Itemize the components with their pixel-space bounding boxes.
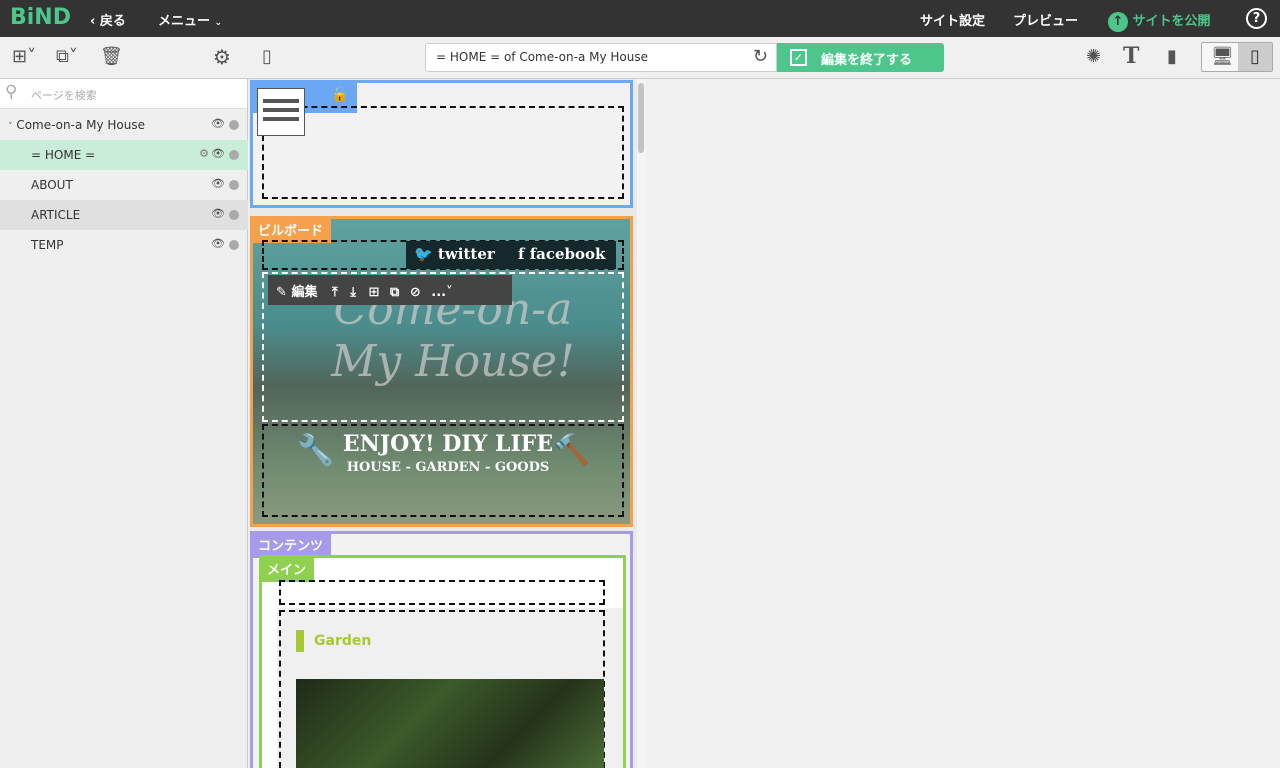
edit-button[interactable]: 編集 xyxy=(291,285,317,300)
publish-label: サイトを公開 xyxy=(1132,14,1211,29)
back-button[interactable]: ‹ 戻る xyxy=(90,10,126,29)
publish-button[interactable]: ↑ サイトを公開 xyxy=(1108,10,1211,32)
tree-item-about[interactable]: ABOUT 👁 xyxy=(0,170,248,200)
upload-icon: ↑ xyxy=(1108,11,1128,32)
finish-editing-label: 編集を終了する xyxy=(821,53,913,68)
twitter-icon: 🐦 xyxy=(414,245,433,263)
page-sidebar: ⚲ ページを検索 ˅ Come-on-a My House 👁 = HOME = ⚙… xyxy=(0,79,248,768)
status-dot xyxy=(229,210,239,220)
duplicate-page-icon[interactable]: ⧉˅ xyxy=(56,46,78,67)
facebook-label: facebook xyxy=(529,245,606,263)
chevron-down-icon: ˅ xyxy=(8,122,13,132)
tree-item-site[interactable]: ˅ Come-on-a My House 👁 xyxy=(0,110,248,140)
garden-heading: Garden xyxy=(314,633,372,649)
url-text: = HOME = of Come-on-a My House xyxy=(436,50,649,64)
block-edit-toolbar: ✎ 編集 ⤒ ⤓ ⊞ ⧉ ⊘ ...˅ xyxy=(268,275,512,305)
twitter-link[interactable]: 🐦 twitter xyxy=(414,245,495,263)
page-search-input[interactable]: ⚲ ページを検索 xyxy=(0,79,247,109)
header-area[interactable] xyxy=(262,106,624,199)
add-page-icon[interactable]: ⊞˅ xyxy=(12,46,36,67)
gear-icon[interactable]: ⚙ xyxy=(213,45,231,69)
wrench-icon: 🔧 xyxy=(297,433,335,468)
tree-label: Come-on-a My House xyxy=(16,118,145,132)
tree-label: ABOUT xyxy=(31,178,73,192)
add-block-icon[interactable]: ⊞ xyxy=(369,285,380,300)
menu-button[interactable]: メニュー ⌄ xyxy=(158,10,222,29)
garden-image xyxy=(296,679,604,768)
facebook-link[interactable]: f facebook xyxy=(518,245,605,263)
tree-label: = HOME = xyxy=(31,148,96,162)
scrollbar[interactable] xyxy=(637,79,646,768)
social-links: 🐦 twitter f facebook xyxy=(406,241,616,269)
eye-icon[interactable]: 👁 xyxy=(211,117,225,130)
hammer-icon: 🔨 xyxy=(553,433,591,468)
status-dot xyxy=(229,240,239,250)
trash-icon[interactable]: 🗑 xyxy=(100,46,123,67)
font-icon[interactable]: T xyxy=(1123,43,1139,69)
status-dot xyxy=(229,150,239,160)
page-url-field[interactable]: = HOME = of Come-on-a My House ↻ xyxy=(425,43,777,72)
tree-label: TEMP xyxy=(31,238,64,252)
scrollbar-thumb[interactable] xyxy=(638,83,644,153)
site-settings-button[interactable]: サイト設定 xyxy=(920,10,985,29)
eye-icon[interactable]: 👁 xyxy=(211,147,225,160)
more-button[interactable]: ... xyxy=(431,285,446,300)
billboard-label: ビルボード xyxy=(250,216,332,243)
checkbox-icon: ✓ xyxy=(790,49,807,66)
tree-item-article[interactable]: ARTICLE 👁 xyxy=(0,200,248,230)
copy-icon[interactable]: ⧉ xyxy=(390,285,399,300)
chevron-down-icon: ⌄ xyxy=(214,18,223,28)
preview-button[interactable]: プレビュー xyxy=(1013,10,1078,29)
edit-canvas: 🔓 ビルボード 🐦 twitter f facebook Come-on-a M… xyxy=(249,79,646,768)
header-block[interactable]: 🔓 xyxy=(250,80,633,208)
main-area-top[interactable] xyxy=(279,580,605,605)
tree-label: ARTICLE xyxy=(31,208,81,222)
eye-icon[interactable]: 👁 xyxy=(211,177,225,190)
search-icon: ⚲ xyxy=(5,82,18,102)
status-dot xyxy=(229,120,239,130)
billboard-block[interactable]: ビルボード 🐦 twitter f facebook Come-on-a My … xyxy=(250,216,633,527)
device-toggle: 🖥 ▯ xyxy=(1201,42,1273,72)
chevron-down-icon[interactable]: ˅ xyxy=(446,285,453,300)
contents-label: コンテンツ xyxy=(250,531,332,558)
status-dot xyxy=(229,180,239,190)
heading-accent xyxy=(296,630,304,652)
contents-block[interactable]: コンテンツ メイン Garden xyxy=(250,531,633,768)
top-bar: BiND ‹ 戻る メニュー ⌄ サイト設定 プレビュー ↑ サイトを公開 ? xyxy=(0,0,1280,37)
move-bottom-icon[interactable]: ⤓ xyxy=(350,285,356,300)
main-label: メイン xyxy=(259,555,315,582)
finish-editing-button[interactable]: ✓ 編集を終了する xyxy=(777,43,944,72)
desktop-icon[interactable]: 🖥 xyxy=(1211,46,1234,67)
facebook-icon: f xyxy=(518,245,525,263)
hamburger-menu-icon[interactable] xyxy=(257,88,305,136)
book-icon[interactable]: ▮ xyxy=(1167,46,1177,67)
menu-label: メニュー xyxy=(158,14,211,29)
reload-icon[interactable]: ↻ xyxy=(753,46,768,67)
twitter-label: twitter xyxy=(437,245,495,263)
help-icon[interactable]: ? xyxy=(1246,8,1267,29)
tree-item-home[interactable]: = HOME = ⚙ 👁 xyxy=(0,140,248,170)
hide-icon[interactable]: ⊘ xyxy=(410,285,421,300)
tree-item-temp[interactable]: TEMP 👁 xyxy=(0,230,248,260)
panel-toggle-icon[interactable]: ▯ xyxy=(262,46,272,67)
logo: BiND xyxy=(10,5,71,30)
loading-wheel-icon[interactable]: ✺ xyxy=(1086,46,1101,67)
pencil-icon[interactable]: ✎ xyxy=(276,285,287,300)
unlock-icon[interactable]: 🔓 xyxy=(331,87,348,103)
eye-icon[interactable]: 👁 xyxy=(211,207,225,220)
move-top-icon[interactable]: ⤒ xyxy=(332,285,338,300)
back-label: 戻る xyxy=(99,14,126,29)
eye-icon[interactable]: 👁 xyxy=(211,237,225,250)
mobile-icon[interactable]: ▯ xyxy=(1238,43,1272,71)
main-block[interactable]: メイン Garden xyxy=(259,555,626,768)
gear-icon[interactable]: ⚙ xyxy=(199,147,209,160)
search-placeholder: ページを検索 xyxy=(31,89,97,102)
